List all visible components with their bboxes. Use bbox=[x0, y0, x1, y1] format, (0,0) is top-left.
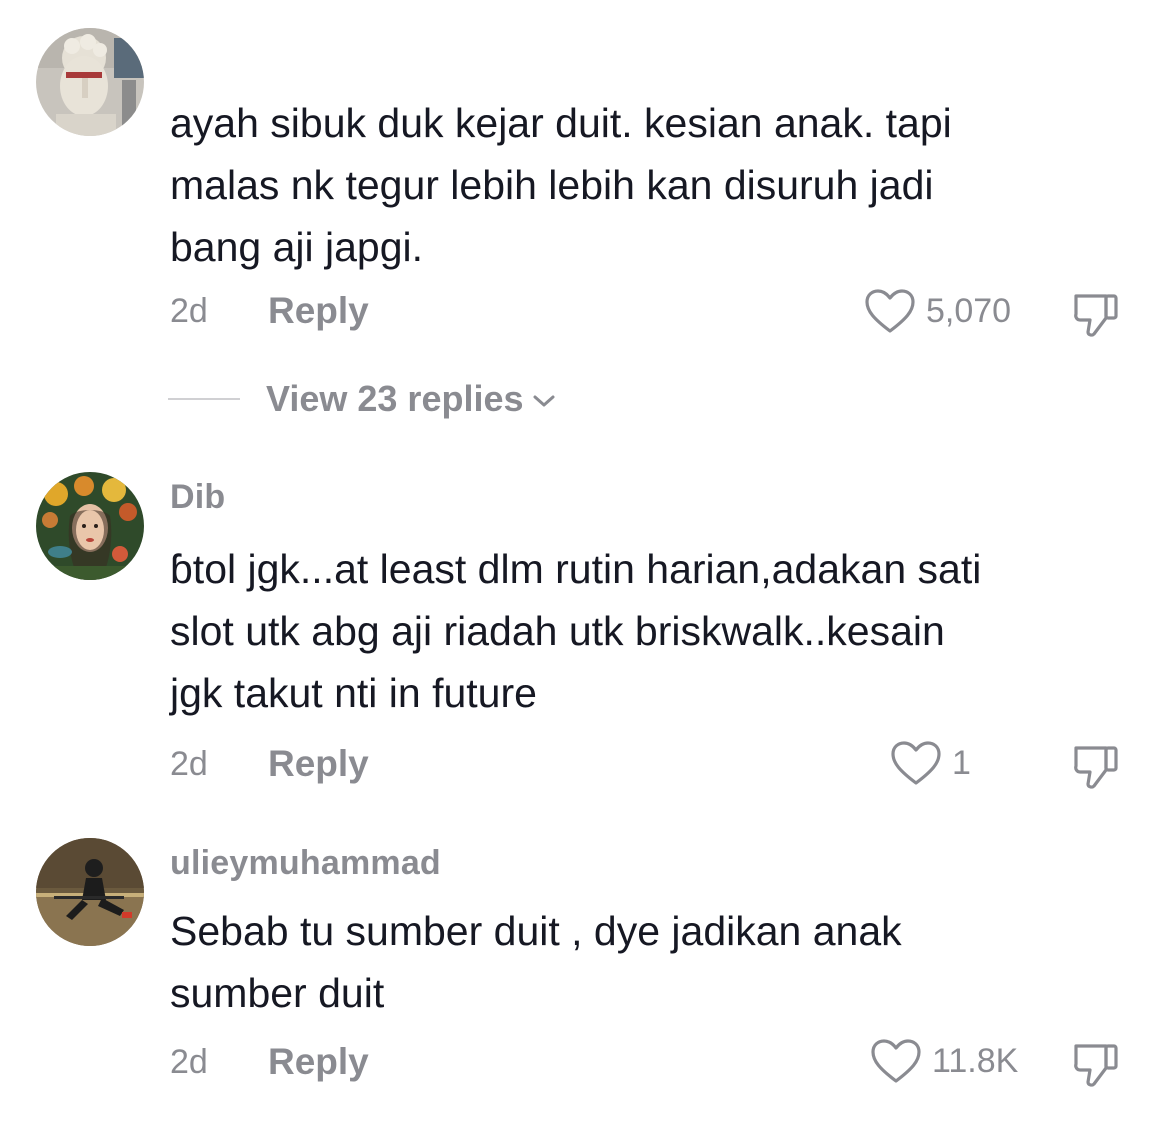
chevron-down-icon bbox=[533, 395, 555, 407]
comment-age: 2d bbox=[170, 292, 208, 330]
like-count: 1 bbox=[952, 743, 971, 782]
dislike-icon[interactable] bbox=[1070, 1038, 1122, 1090]
reply-button[interactable]: Reply bbox=[268, 290, 369, 332]
like-button[interactable]: 11.8K bbox=[870, 1036, 1018, 1086]
view-replies-divider bbox=[168, 398, 240, 400]
dislike-icon[interactable] bbox=[1070, 740, 1122, 792]
person-avatar-icon[interactable] bbox=[36, 838, 144, 946]
heart-icon bbox=[865, 289, 915, 333]
comment-username[interactable]: Dib bbox=[170, 478, 225, 517]
reply-button[interactable]: Reply bbox=[268, 1041, 369, 1083]
comment-age: 2d bbox=[170, 745, 208, 783]
view-replies-label: View 23 replies bbox=[266, 378, 524, 419]
comment-text: Sebab tu sumber duit , dye jadikan anak … bbox=[170, 908, 902, 1016]
like-button[interactable]: 5,070 bbox=[864, 286, 1011, 336]
comment-username[interactable]: ulieymuhammad bbox=[170, 844, 441, 883]
statue-avatar-icon[interactable] bbox=[36, 28, 144, 136]
heart-icon bbox=[891, 741, 941, 785]
like-button[interactable]: 1 bbox=[890, 738, 971, 788]
comment-text: ayah sibuk duk kejar duit. kesian anak. … bbox=[170, 100, 952, 270]
dislike-icon[interactable] bbox=[1070, 288, 1122, 340]
view-replies-button[interactable]: View 23 replies bbox=[168, 372, 556, 426]
like-count: 5,070 bbox=[926, 291, 1012, 330]
flower-woman-avatar-icon[interactable] bbox=[36, 472, 144, 580]
reply-button[interactable]: Reply bbox=[268, 743, 369, 785]
like-count: 11.8K bbox=[932, 1041, 1019, 1080]
heart-icon bbox=[871, 1039, 921, 1083]
comment-text: ɓtol jgk...at least dlm rutin harian,ada… bbox=[170, 546, 982, 716]
comment-age: 2d bbox=[170, 1043, 208, 1081]
